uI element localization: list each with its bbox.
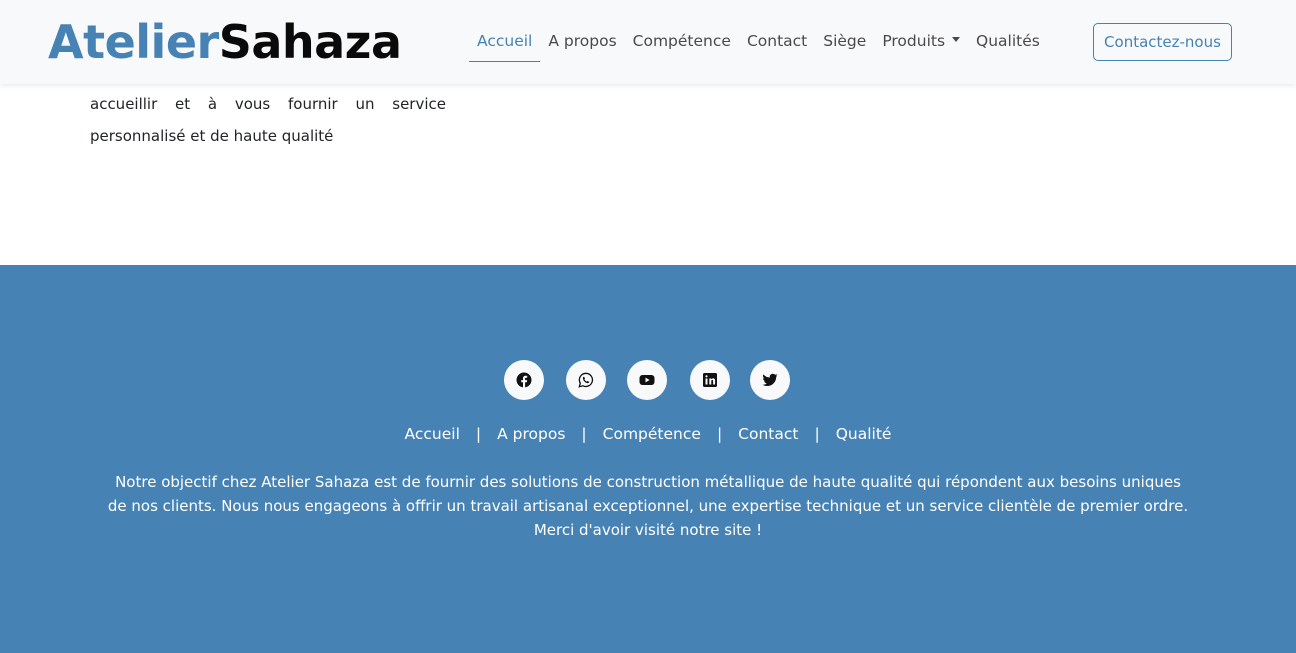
footer: Accueil | A propos | Compétence | Contact | Qual… bbox=[0, 265, 1296, 653]
linkedin-icon[interactable] bbox=[690, 360, 730, 400]
nav-item-siege[interactable]: Siège bbox=[815, 22, 874, 62]
navbar: AtelierSahaza Accueil A propos Compétenc… bbox=[0, 0, 1296, 84]
twitter-icon[interactable] bbox=[750, 360, 790, 400]
brand-part-sahaza: Sahaza bbox=[218, 15, 402, 69]
footer-link-contact[interactable]: Contact bbox=[738, 425, 798, 443]
footer-link-qualite[interactable]: Qualité bbox=[836, 425, 892, 443]
nav-item-a-propos[interactable]: A propos bbox=[540, 22, 624, 62]
nav-item-qualites[interactable]: Qualités bbox=[968, 22, 1048, 62]
contact-us-button[interactable]: Contactez-nous bbox=[1093, 23, 1232, 61]
footer-separator: | bbox=[716, 425, 723, 443]
nav-item-produits[interactable]: Produits bbox=[874, 22, 968, 62]
footer-link-accueil[interactable]: Accueil bbox=[405, 425, 460, 443]
social-links bbox=[0, 360, 1296, 400]
footer-link-competence[interactable]: Compétence bbox=[603, 425, 701, 443]
footer-nav: Accueil | A propos | Compétence | Contact | Qual… bbox=[0, 423, 1296, 445]
intro-paragraph: accueillir et à vous fournir un service … bbox=[90, 88, 446, 152]
brand-part-atelier: Atelier bbox=[48, 15, 219, 69]
nav-item-contact[interactable]: Contact bbox=[739, 22, 815, 62]
caret-down-icon bbox=[952, 37, 961, 42]
facebook-icon[interactable] bbox=[504, 360, 544, 400]
footer-separator: | bbox=[581, 425, 587, 443]
footer-link-a-propos[interactable]: A propos bbox=[497, 425, 565, 443]
whatsapp-icon[interactable] bbox=[566, 360, 606, 400]
footer-separator: | bbox=[475, 425, 482, 443]
nav-item-accueil[interactable]: Accueil bbox=[469, 22, 541, 62]
main-nav: Accueil A propos Compétence Contact Sièg… bbox=[469, 22, 1048, 62]
footer-separator: | bbox=[814, 425, 820, 443]
youtube-icon[interactable] bbox=[627, 360, 667, 400]
brand-logo[interactable]: AtelierSahaza bbox=[48, 14, 402, 70]
nav-item-competence[interactable]: Compétence bbox=[625, 22, 739, 62]
intro-line-1: accueillir et à vous fournir un service bbox=[90, 95, 446, 113]
footer-description: Notre objectif chez Atelier Sahaza est d… bbox=[107, 473, 1189, 539]
nav-item-produits-label: Produits bbox=[882, 32, 946, 50]
intro-line-2: personnalisé et de haute qualité bbox=[90, 127, 334, 145]
